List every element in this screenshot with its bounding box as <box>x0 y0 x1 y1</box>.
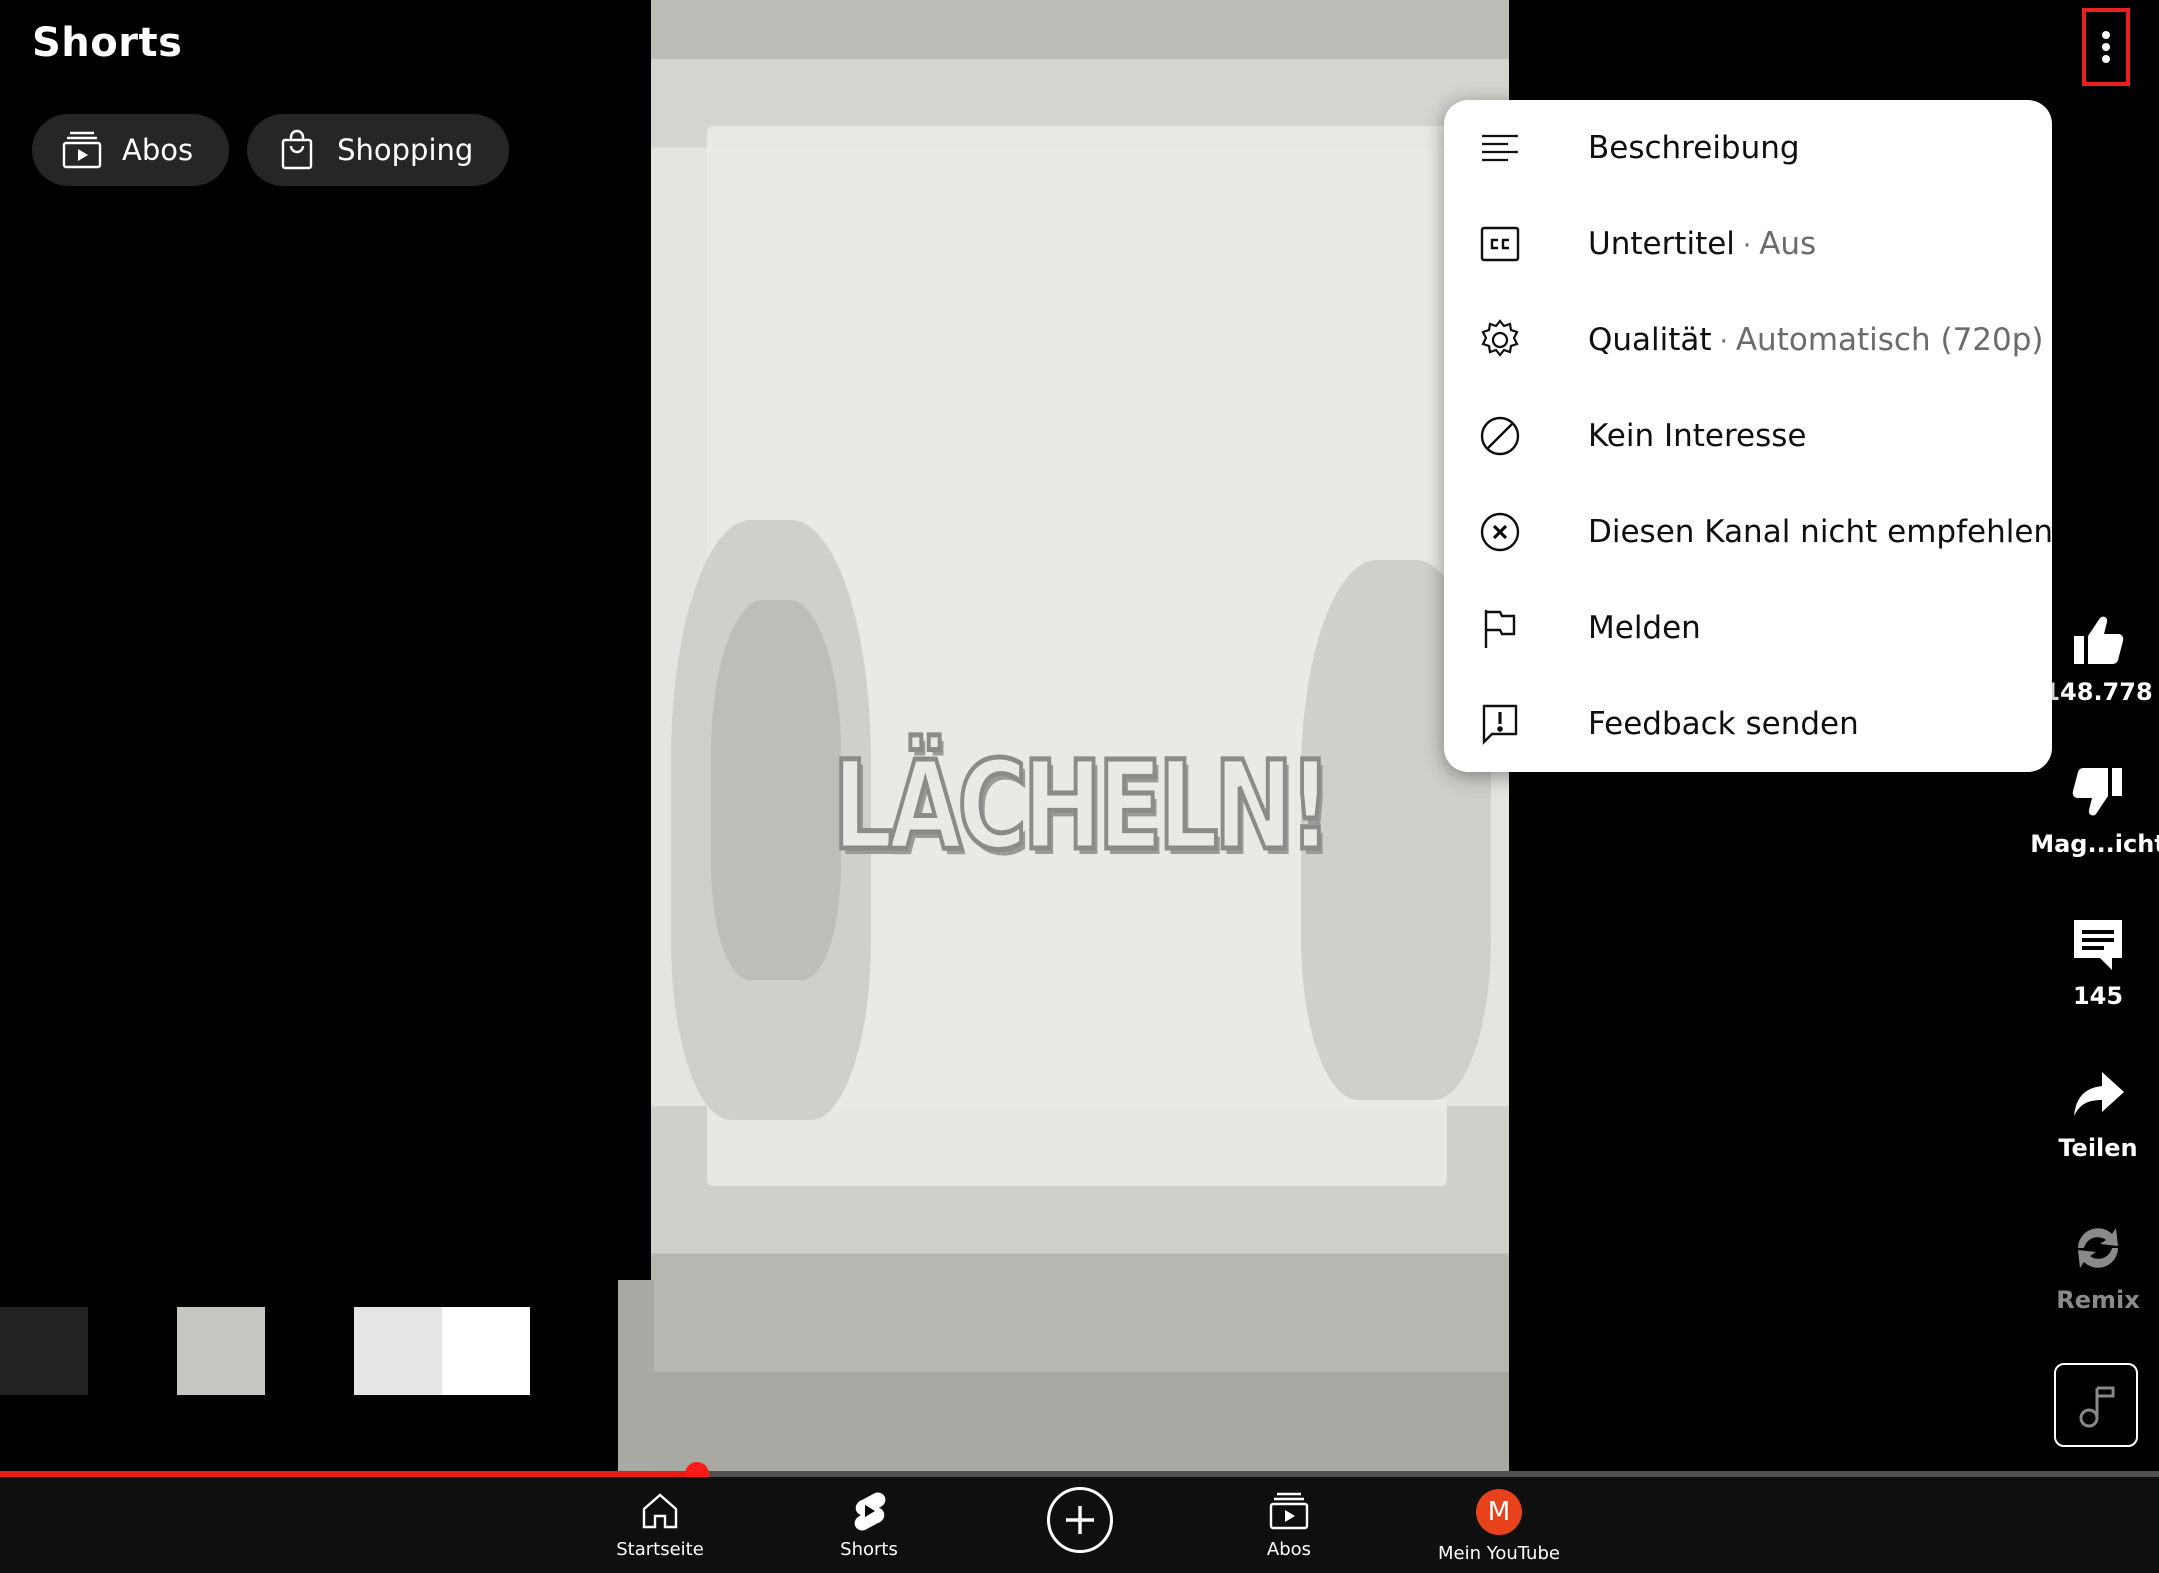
nav-startseite[interactable]: Startseite <box>585 1489 735 1560</box>
comment-icon <box>2074 920 2122 970</box>
menu-item-label: Qualität <box>1588 322 1712 358</box>
separator-dot: · <box>1742 231 1752 261</box>
nav-abos[interactable]: Abos <box>1214 1489 1364 1560</box>
thumbnail <box>0 1307 88 1395</box>
share-button[interactable]: Teilen <box>2038 1066 2158 1162</box>
sound-button[interactable] <box>2054 1363 2138 1447</box>
dislike-button[interactable]: Mag...icht <box>2030 762 2159 858</box>
create-button[interactable] <box>1047 1487 1113 1553</box>
dislike-label: Mag...icht <box>2030 830 2159 858</box>
thumbs-up-icon <box>2074 616 2124 664</box>
video-caption: LÄCHELN! <box>831 733 1335 880</box>
avatar: M <box>1476 1489 1522 1535</box>
remix-label: Remix <box>2056 1286 2140 1314</box>
more-options-button[interactable] <box>2082 8 2130 86</box>
description-icon <box>1482 134 1518 162</box>
settings-gear-icon <box>1481 319 1519 357</box>
circle-x-icon <box>1480 512 1520 552</box>
menu-item-beschreibung[interactable]: Beschreibung <box>1444 100 2052 196</box>
nav-label: Startseite <box>616 1539 704 1560</box>
subscriptions-icon <box>62 131 102 169</box>
comments-button[interactable]: 145 <box>2038 914 2158 1010</box>
feedback-icon <box>1482 704 1518 745</box>
remix-button[interactable]: Remix <box>2038 1218 2158 1314</box>
chip-label: Shopping <box>337 133 474 167</box>
menu-item-untertitel[interactable]: Untertitel · Aus <box>1444 196 2052 292</box>
menu-item-label: Kein Interesse <box>1588 418 1807 454</box>
page-title: Shorts <box>32 20 183 66</box>
shopping-bag-icon <box>281 129 313 170</box>
menu-item-feedback[interactable]: Feedback senden <box>1444 676 2052 772</box>
nav-label: Abos <box>1266 1539 1312 1560</box>
short-video-player[interactable]: LÄCHELN! <box>651 0 1509 1475</box>
overflow-menu: Beschreibung Untertitel · Aus Qualität ·… <box>1444 100 2054 772</box>
menu-item-label: Untertitel <box>1588 226 1735 262</box>
menu-item-label: Melden <box>1588 610 1701 646</box>
thumbs-down-icon <box>2072 768 2122 816</box>
more-vert-icon <box>2102 31 2110 63</box>
thumbnail <box>177 1307 265 1395</box>
home-icon <box>642 1493 678 1529</box>
create-plus-icon <box>1066 1506 1094 1534</box>
shorts-icon <box>854 1492 886 1531</box>
menu-item-label: Diesen Kanal nicht empfehlen <box>1588 514 2054 550</box>
not-interested-icon <box>1480 416 1520 456</box>
nav-label: Mein YouTube <box>1438 1543 1560 1564</box>
comment-count: 145 <box>2072 982 2124 1010</box>
remix-icon <box>2078 1228 2118 1268</box>
nav-mein-youtube[interactable]: M Mein YouTube <box>1424 1489 1574 1564</box>
menu-item-value: Aus <box>1759 226 1817 262</box>
menu-item-value: Automatisch (720p) <box>1735 322 2044 358</box>
menu-item-melden[interactable]: Melden <box>1444 580 2052 676</box>
thumbnail <box>442 1307 530 1395</box>
menu-item-kanal-nicht-empfehlen[interactable]: Diesen Kanal nicht empfehlen <box>1444 484 2054 580</box>
nav-shorts[interactable]: Shorts <box>794 1489 944 1560</box>
menu-item-qualitaet[interactable]: Qualität · Automatisch (720p) <box>1444 292 2052 388</box>
filter-chips: Abos Shopping <box>32 114 510 186</box>
share-label: Teilen <box>2058 1134 2138 1162</box>
bottom-navigation: Startseite Shorts Abos M Mein YouTube <box>0 1477 2159 1573</box>
separator-dot: · <box>1719 327 1728 357</box>
chip-abos[interactable]: Abos <box>32 114 230 186</box>
menu-item-label: Feedback senden <box>1588 706 1859 742</box>
shorts-app: Shorts Abos Shopping LÄCHELN! 148.778 Ma… <box>0 0 2159 1573</box>
like-button[interactable]: 148.778 <box>2038 610 2158 706</box>
share-icon <box>2074 1072 2124 1116</box>
like-count: 148.778 <box>2043 678 2153 706</box>
menu-item-kein-interesse[interactable]: Kein Interesse <box>1444 388 2052 484</box>
thumbnail <box>354 1307 442 1395</box>
flag-icon <box>1484 610 1516 648</box>
video-edge <box>618 1280 654 1475</box>
menu-item-label: Beschreibung <box>1588 130 1800 166</box>
music-note-icon <box>2079 1386 2115 1428</box>
closed-captions-icon <box>1480 226 1520 262</box>
nav-label: Shorts <box>840 1539 898 1560</box>
chip-shopping[interactable]: Shopping <box>247 114 510 186</box>
subscriptions-icon <box>1269 1492 1309 1530</box>
chip-label: Abos <box>122 133 194 167</box>
